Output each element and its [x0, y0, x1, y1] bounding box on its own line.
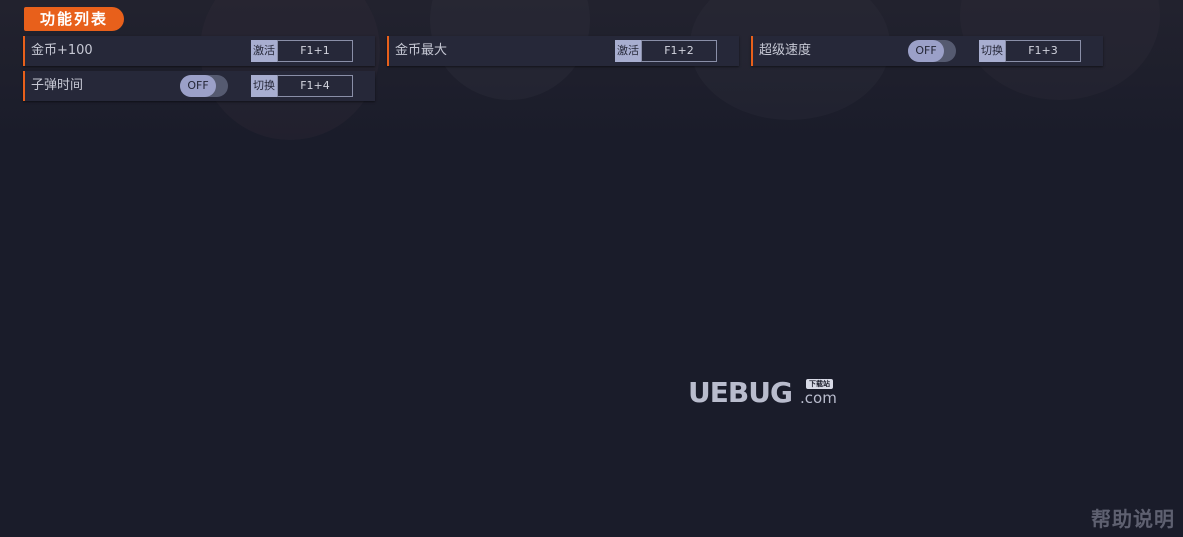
toggle-button[interactable]: 切换 — [251, 75, 277, 97]
background-artwork — [0, 0, 1183, 140]
cheat-row-gold-plus: 金币+100 激活 F1+1 — [23, 36, 375, 66]
cheat-label: 金币+100 — [31, 43, 93, 58]
cheat-row-gold-max: 金币最大 激活 F1+2 — [387, 36, 739, 66]
hotkey-field[interactable]: F1+2 — [641, 40, 717, 62]
toggle-knob: OFF — [180, 75, 216, 97]
hotkey-field[interactable]: F1+1 — [277, 40, 353, 62]
bullet-time-toggle[interactable]: OFF — [180, 75, 228, 97]
help-link[interactable]: 帮助说明 — [1091, 503, 1175, 532]
toggle-knob: OFF — [908, 40, 944, 62]
cheat-label: 超级速度 — [759, 43, 812, 58]
section-title-tab: 功能列表 — [24, 7, 124, 31]
cheat-row-bullet-time: 子弹时间 OFF 切换 F1+4 — [23, 71, 375, 101]
cheat-label: 子弹时间 — [31, 78, 84, 93]
toggle-button[interactable]: 切换 — [979, 40, 1005, 62]
logo-domain: .com — [800, 389, 837, 407]
activate-button[interactable]: 激活 — [251, 40, 277, 62]
background-shape — [200, 0, 380, 140]
activate-button[interactable]: 激活 — [615, 40, 641, 62]
cheat-row-super-speed: 超级速度 OFF 切换 F1+3 — [751, 36, 1103, 66]
super-speed-toggle[interactable]: OFF — [908, 40, 956, 62]
hotkey-field[interactable]: F1+3 — [1005, 40, 1081, 62]
uebug-watermark-logo: UEBUG 下载站 .com — [688, 376, 840, 410]
hotkey-field[interactable]: F1+4 — [277, 75, 353, 97]
logo-text: UEBUG — [688, 376, 793, 409]
cheat-label: 金币最大 — [395, 43, 448, 58]
